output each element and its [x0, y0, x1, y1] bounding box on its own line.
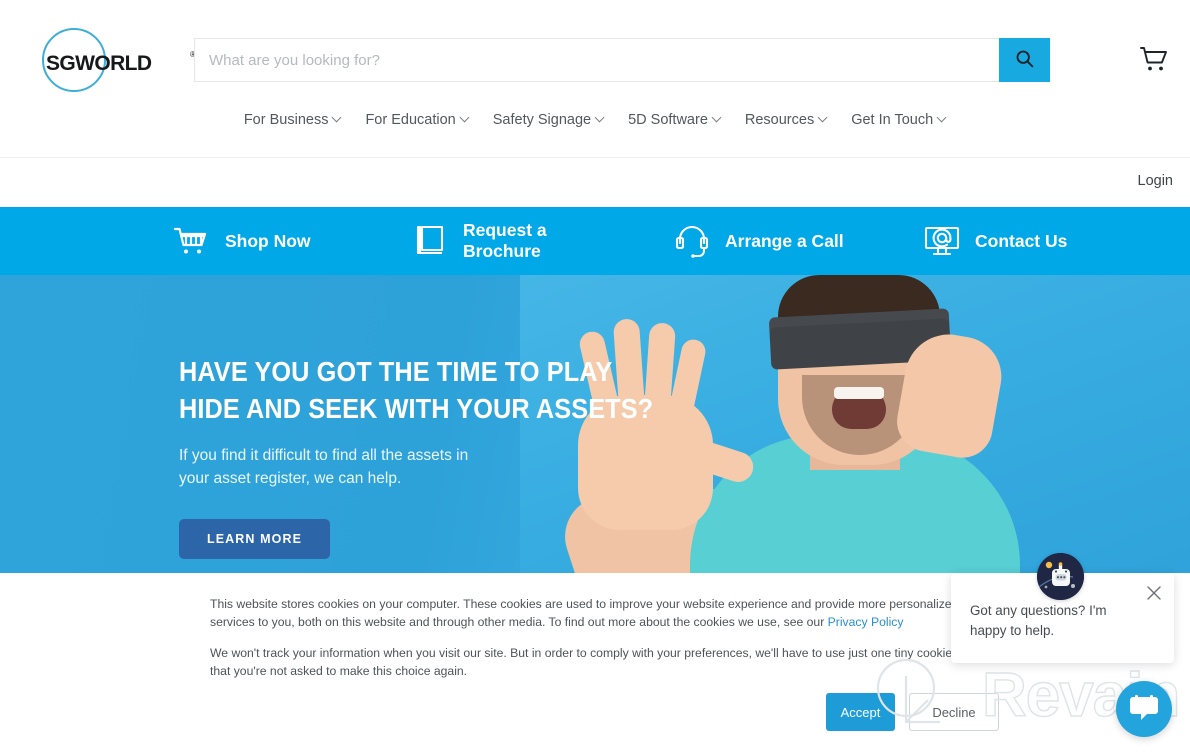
close-icon: [1146, 585, 1162, 604]
nav-item-get-in-touch[interactable]: Get In Touch: [839, 112, 958, 128]
quick-action-bar: Shop Now Request a Brochure Arrange a Ca…: [0, 207, 1190, 275]
chevron-down-icon: [461, 114, 469, 122]
chevron-down-icon: [596, 114, 604, 122]
action-arrange-call[interactable]: Arrange a Call: [672, 207, 844, 275]
main-navigation: For Business For Education Safety Signag…: [0, 112, 1190, 156]
nav-item-5d-software[interactable]: 5D Software: [616, 112, 733, 128]
chat-message-text: Got any questions? I'm happy to help.: [970, 603, 1107, 638]
hero-subtext-line1: If you find it difficult to find all the…: [179, 447, 469, 464]
accept-cookies-button[interactable]: Accept: [826, 693, 895, 731]
decline-cookies-button[interactable]: Decline: [909, 693, 999, 731]
action-label: Arrange a Call: [725, 230, 844, 251]
hero-headline-line2: HIDE AND SEEK WITH YOUR ASSETS?: [179, 393, 654, 424]
chevron-down-icon: [938, 114, 946, 122]
nav-item-resources[interactable]: Resources: [733, 112, 839, 128]
search-input[interactable]: [194, 38, 1000, 82]
cart-button[interactable]: [1135, 42, 1173, 78]
account-bar: Login: [0, 159, 1190, 207]
search-button[interactable]: [999, 38, 1050, 82]
action-request-brochure[interactable]: Request a Brochure: [410, 207, 583, 275]
cookie-paragraph-2: We won't track your information when you…: [210, 646, 969, 678]
privacy-policy-link[interactable]: Privacy Policy: [828, 615, 904, 629]
hero-banner: HAVE YOU GOT THE TIME TO PLAY HIDE AND S…: [0, 275, 1190, 573]
action-label: Shop Now: [225, 230, 311, 251]
hero-image-blindfolded-man: [520, 275, 1190, 573]
action-contact-us[interactable]: Contact Us: [922, 207, 1067, 275]
hero-subtext-line2: your asset register, we can help.: [179, 470, 402, 487]
nav-label: Resources: [744, 112, 815, 128]
action-label: Contact Us: [975, 230, 1068, 251]
nav-item-for-education[interactable]: For Education: [353, 112, 480, 128]
chat-avatar: [1037, 553, 1084, 600]
search-icon: [1014, 48, 1035, 72]
cookie-text: This website stores cookies on your comp…: [210, 595, 970, 693]
cookie-paragraph-1: This website stores cookies on your comp…: [210, 595, 970, 631]
nav-label: Safety Signage: [492, 112, 592, 128]
nav-label: For Business: [243, 112, 329, 128]
nav-label: 5D Software: [628, 112, 708, 128]
site-header: SGWORLD ® For Business For Educa: [0, 0, 1190, 158]
shopping-cart-icon: [1139, 45, 1169, 76]
chat-bubble-icon: [1129, 694, 1159, 725]
chat-launcher-button[interactable]: [1116, 681, 1172, 737]
nav-item-for-business[interactable]: For Business: [232, 112, 354, 128]
action-label: Request a Brochure: [463, 220, 547, 261]
chevron-down-icon: [819, 114, 827, 122]
robot-avatar-icon: [1037, 553, 1084, 600]
action-shop-now[interactable]: Shop Now: [172, 207, 311, 275]
search-bar: [194, 38, 1050, 82]
login-link[interactable]: Login: [1138, 173, 1173, 189]
chevron-down-icon: [713, 114, 721, 122]
logo-text: SGWORLD: [46, 52, 152, 75]
cookie-actions: Accept Decline: [826, 693, 999, 731]
headset-icon: [672, 221, 712, 261]
chevron-down-icon: [333, 114, 341, 122]
hero-content: HAVE YOU GOT THE TIME TO PLAY HIDE AND S…: [179, 275, 654, 559]
hero-headline-line1: HAVE YOU GOT THE TIME TO PLAY: [179, 356, 613, 387]
nav-label: Get In Touch: [851, 112, 934, 128]
nav-item-safety-signage[interactable]: Safety Signage: [481, 112, 616, 128]
monitor-email-icon: [922, 221, 962, 261]
site-logo[interactable]: SGWORLD ®: [38, 20, 196, 100]
nav-label: For Education: [365, 112, 456, 128]
brochure-book-icon: [410, 221, 450, 261]
shopping-cart-icon: [172, 221, 212, 261]
hero-learn-more-button[interactable]: LEARN MORE: [179, 519, 331, 559]
chat-close-button[interactable]: [1143, 583, 1165, 605]
